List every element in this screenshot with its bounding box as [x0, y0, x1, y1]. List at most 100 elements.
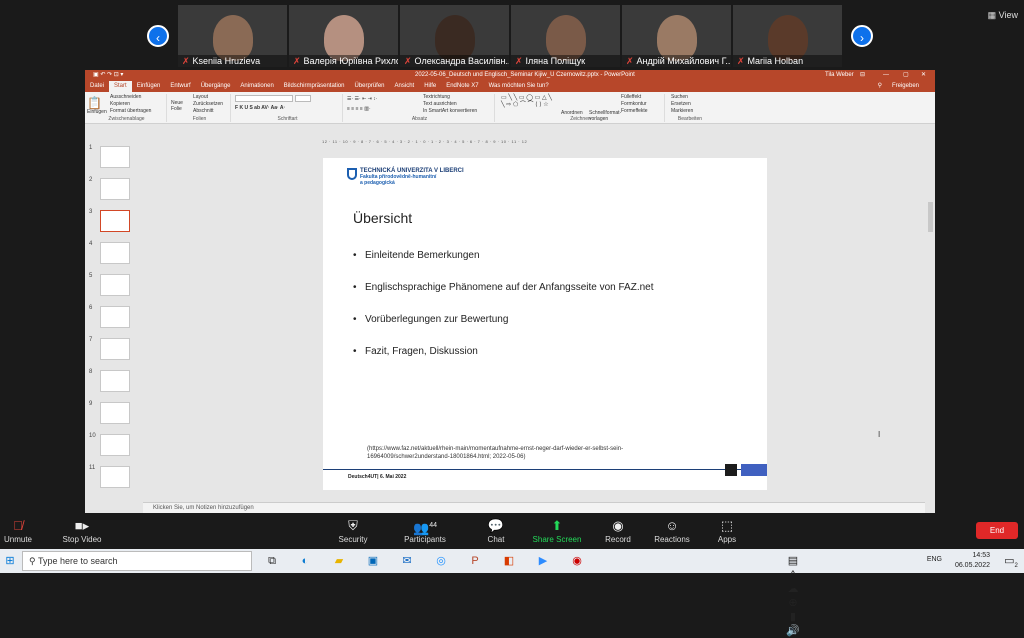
tab-start[interactable]: Start [109, 81, 132, 92]
tab-slideshow[interactable]: Bildschirmpräsentation [279, 81, 350, 92]
unmute-button[interactable]: 🎙̸ Unmute [0, 517, 48, 544]
windows-start-icon[interactable]: ⊞ [3, 554, 17, 568]
next-page-button[interactable]: › [851, 25, 873, 47]
slide-thumbnail[interactable] [100, 434, 130, 456]
shape-fill-button[interactable]: Fülleffekt [621, 94, 648, 101]
slide-thumbnail[interactable] [100, 178, 130, 200]
select-button[interactable]: Markieren [671, 108, 693, 115]
bullet-item[interactable]: • Fazit, Fragen, Diskussion [353, 346, 478, 357]
view-button[interactable]: ▦ View [988, 10, 1018, 21]
bullet-item[interactable]: • Einleitende Bemerkungen [353, 250, 480, 261]
font-format-buttons[interactable]: F K U S ab AV· Aa· A· [235, 105, 285, 111]
participant-tile[interactable]: ✗ Андрій Михайлович Г... [622, 5, 731, 67]
format-painter-button[interactable]: Format übertragen [110, 108, 151, 115]
participant-tile[interactable]: ✗ Mariia Holban [733, 5, 842, 67]
tab-design[interactable]: Entwurf [165, 81, 195, 92]
slide-thumbnail[interactable] [100, 306, 130, 328]
slide-thumbnail-selected[interactable] [100, 210, 130, 232]
text-direction-button[interactable]: Textrichtung [423, 94, 477, 101]
align-icons[interactable]: ≡ ≡ ≡ ≡ ▥· [347, 106, 371, 112]
quick-access-icons[interactable]: ▣ ↶ ↷ ⊡ ▾ [93, 70, 123, 81]
ribbon-display-icon[interactable]: ⊟ [860, 70, 865, 81]
zoom-icon[interactable]: ◎ [434, 554, 448, 568]
task-view-icon[interactable]: ⧉ [265, 554, 279, 568]
office-icon[interactable]: ◧ [502, 554, 516, 568]
prev-page-button[interactable]: ‹ [147, 25, 169, 47]
maximize-icon[interactable]: ▢ [903, 70, 909, 81]
slide-number: 5 [89, 273, 93, 279]
end-meeting-button[interactable]: End [976, 522, 1018, 539]
edge-icon[interactable]: ◐ [298, 554, 312, 568]
slide-thumbnail[interactable] [100, 242, 130, 264]
apps-button[interactable]: ⬚ Apps [697, 517, 757, 544]
section-button[interactable]: Abschnitt [193, 108, 223, 115]
shapes-gallery[interactable]: ▭ ╲ ╲ ▭ ◯ ▭ △ ╲ ╲ ⇨ ⬠ ⌒ ⌒ ⟨ ⟩ ☆ [501, 95, 557, 109]
smartart-button[interactable]: In SmartArt konvertieren [423, 108, 477, 115]
tab-transitions[interactable]: Übergänge [196, 81, 236, 92]
store-icon[interactable]: ▣ [366, 554, 380, 568]
zoom-meeting-icon[interactable]: ▶ [536, 554, 550, 568]
tab-help[interactable]: Hilfe [419, 81, 441, 92]
shape-outline-button[interactable]: Formkontur [621, 101, 648, 108]
reset-button[interactable]: Zurücksetzen [193, 101, 223, 108]
align-text-button[interactable]: Text ausrichten [423, 101, 477, 108]
share-button[interactable]: ⚲ Freigeben [868, 81, 929, 92]
language-indicator[interactable]: ENG [927, 556, 942, 563]
file-explorer-icon[interactable]: ▰ [332, 554, 346, 568]
font-size-dropdown[interactable] [295, 95, 311, 102]
chrome-icon[interactable]: ◉ [570, 554, 584, 568]
shape-effects-button[interactable]: Formeffekte [621, 108, 648, 115]
slide-title[interactable]: Übersicht [353, 210, 412, 226]
slide-thumbnail[interactable] [100, 370, 130, 392]
tab-endnote[interactable]: EndNote X7 [441, 81, 483, 92]
participant-tile[interactable]: ✗ Олександра Василівн... [400, 5, 509, 67]
tab-view[interactable]: Ansicht [390, 81, 420, 92]
list-icons[interactable]: ☰· ☰· ⇤ ⇥ ↕· [347, 96, 377, 102]
chat-bubble-icon: 💬 [487, 518, 505, 533]
slide-thumbnail[interactable] [100, 274, 130, 296]
record-button[interactable]: ◉ Record [588, 517, 648, 544]
slide-thumbnail[interactable] [100, 338, 130, 360]
slide-footer: Deutsch4UT| 6. Mai 2022 [348, 474, 407, 480]
bullet-item[interactable]: • Vorüberlegungen zur Bewertung [353, 314, 508, 325]
slide-thumbnail[interactable] [100, 146, 130, 168]
layout-button[interactable]: Layout [193, 94, 223, 101]
notes-pane[interactable]: Klicken Sie, um Notizen hinzuzufügen [143, 502, 925, 513]
participant-tile[interactable]: ✗ Kseniia Hruzieva [178, 5, 287, 67]
stop-video-button[interactable]: ■▸ Stop Video [52, 517, 112, 544]
copy-button[interactable]: Kopieren [110, 101, 151, 108]
taskbar-search-input[interactable]: ⚲ Type here to search [22, 551, 252, 571]
slide-thumbnail[interactable] [100, 466, 130, 488]
slide-canvas[interactable]: TECHNICKÁ UNIVERZITA V LIBERCI Fakulta p… [323, 158, 880, 490]
participant-tile[interactable]: ✗ Іляна Поліщук [511, 5, 620, 67]
source-citation[interactable]: (https://www.faz.net/aktuell/rhein-main/… [367, 445, 697, 461]
close-icon[interactable]: ✕ [921, 70, 926, 81]
share-screen-button[interactable]: ⬆ Share Screen [527, 517, 587, 544]
bullet-item[interactable]: • Englischsprachige Phänomene auf der Anf… [353, 282, 654, 293]
participants-button[interactable]: 👥44 Participants [395, 517, 455, 544]
security-button[interactable]: ⛨ Security [323, 517, 383, 544]
mail-icon[interactable]: ✉ [400, 554, 414, 568]
replace-button[interactable]: Ersetzen [671, 101, 693, 108]
participant-tile[interactable]: ✗ Валерія Юріївна Рихло [289, 5, 398, 67]
chat-button[interactable]: 💬 Chat [466, 517, 526, 544]
slide-thumbnail[interactable] [100, 402, 130, 424]
font-name-dropdown[interactable] [235, 95, 293, 102]
notification-icon[interactable]: ▭2 [1004, 554, 1018, 569]
tab-file[interactable]: Datei [85, 81, 109, 92]
minimize-icon[interactable]: — [883, 70, 889, 81]
tab-animations[interactable]: Animationen [235, 81, 278, 92]
tab-insert[interactable]: Einfügen [132, 81, 166, 92]
cut-button[interactable]: Ausschneiden [110, 94, 151, 101]
system-tray-icons[interactable]: ▤ ^ ☁ ⊕ ▮ 🔊 [786, 554, 800, 637]
reactions-button[interactable]: ☺ Reactions [642, 517, 702, 544]
tab-review[interactable]: Überprüfen [349, 81, 389, 92]
find-button[interactable]: Suchen [671, 94, 693, 101]
tell-me-search[interactable]: Was möchten Sie tun? [484, 81, 554, 92]
new-slide-button[interactable]: Neue Folie [171, 100, 187, 112]
paste-button[interactable]: Einfügen [87, 109, 107, 115]
taskbar-clock[interactable]: 14:53 06.05.2022 [955, 551, 990, 571]
grid-icon: ▦ [987, 10, 999, 20]
powerpoint-icon[interactable]: P [468, 554, 482, 568]
vertical-scrollbar[interactable] [928, 202, 933, 232]
